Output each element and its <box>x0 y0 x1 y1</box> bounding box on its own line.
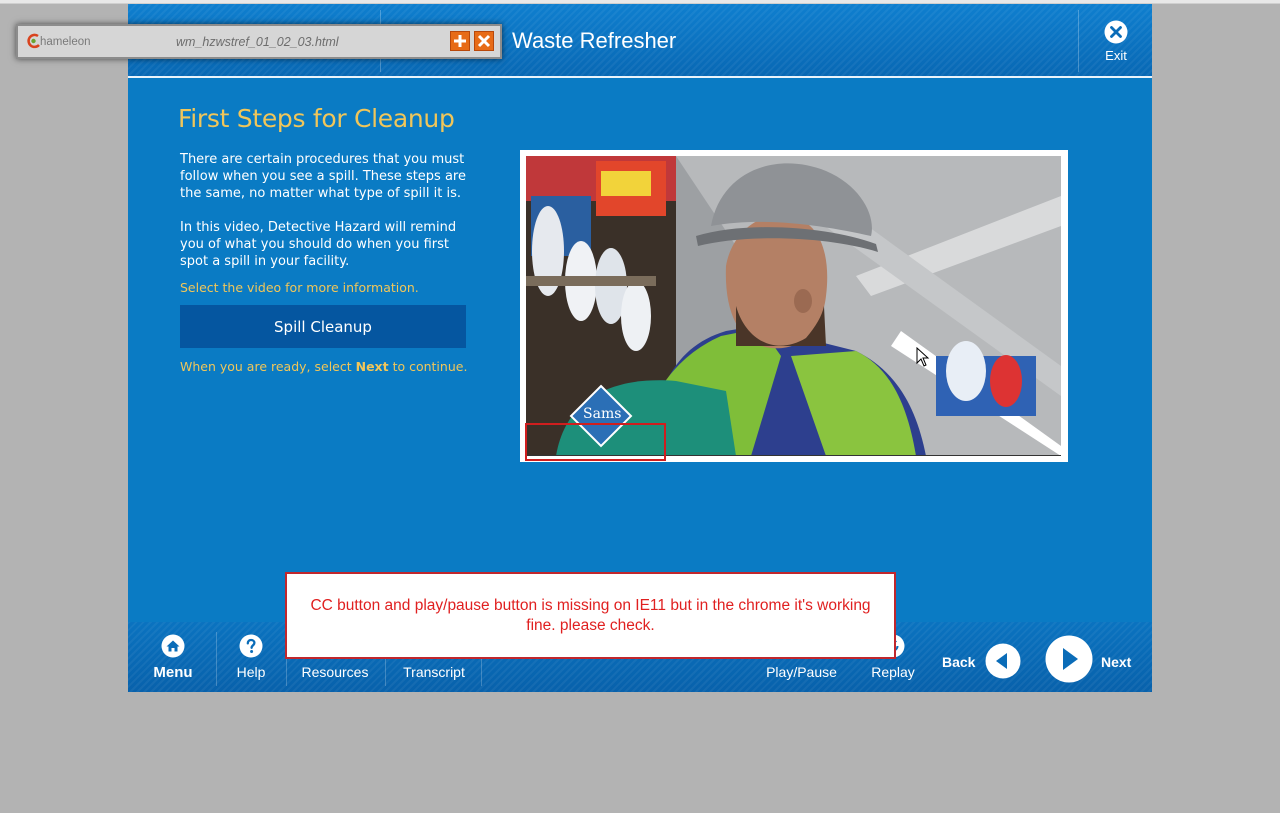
resources-label: Resources <box>301 664 369 680</box>
annotation-note: CC button and play/pause button is missi… <box>285 572 896 659</box>
menu-button[interactable]: Menu <box>148 634 198 686</box>
footer-divider <box>216 632 217 686</box>
sams-club-logo: Sams <box>583 406 622 422</box>
chameleon-logo: hameleon <box>26 32 96 52</box>
page-title: First Steps for Cleanup <box>178 104 455 133</box>
menu-label: Menu <box>153 664 193 681</box>
chameleon-popup: hameleon wm_hzwstref_01_02_03.html <box>16 24 502 59</box>
popup-close-button[interactable] <box>474 31 494 51</box>
popup-filename: wm_hzwstref_01_02_03.html <box>176 35 339 49</box>
plus-icon <box>454 35 466 47</box>
exit-button[interactable]: Exit <box>1088 20 1144 68</box>
annotation-highlight-box <box>525 423 666 461</box>
next-arrow-icon[interactable] <box>1045 635 1093 683</box>
video-player[interactable]: Sams <box>526 156 1061 456</box>
help-button[interactable]: Help <box>231 634 271 686</box>
back-label[interactable]: Back <box>942 654 975 670</box>
close-x-icon <box>477 34 491 48</box>
intro-paragraph: There are certain procedures that you mu… <box>180 152 466 201</box>
transcript-label: Transcript <box>403 664 465 680</box>
course-title: Waste Refresher <box>512 28 677 53</box>
video-frame: Sams <box>520 150 1068 462</box>
next-label[interactable]: Next <box>1101 654 1131 670</box>
replay-label: Replay <box>871 664 915 680</box>
play-pause-label: Play/Pause <box>766 664 837 680</box>
continue-hint-next: Next <box>355 359 389 374</box>
chameleon-logo-text: hameleon <box>40 36 91 48</box>
video-description: In this video, Detective Hazard will rem… <box>180 220 457 269</box>
expand-button[interactable] <box>450 31 470 51</box>
select-video-hint: Select the video for more information. <box>180 280 419 295</box>
back-arrow-icon[interactable] <box>985 643 1021 679</box>
help-label: Help <box>236 664 266 680</box>
continue-hint: When you are ready, select Next to conti… <box>180 359 467 374</box>
home-icon <box>161 634 185 658</box>
mouse-cursor-icon <box>916 347 930 367</box>
header-divider <box>1078 10 1079 72</box>
spill-cleanup-button[interactable]: Spill Cleanup <box>180 305 466 348</box>
close-icon <box>1104 20 1128 44</box>
exit-label: Exit <box>1105 48 1127 63</box>
continue-hint-end: to continue. <box>388 359 468 374</box>
continue-hint-text: When you are ready, select <box>180 359 356 374</box>
help-icon <box>239 634 263 658</box>
